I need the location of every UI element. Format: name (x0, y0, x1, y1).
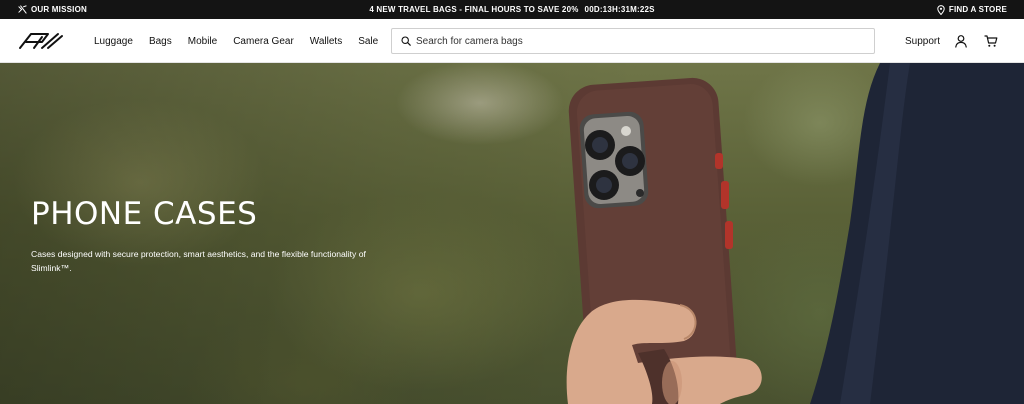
search-icon (401, 36, 411, 46)
hero-description: Cases designed with secure protection, s… (31, 249, 366, 273)
account-icon[interactable] (954, 34, 968, 48)
phone-case-image (566, 77, 762, 404)
nav-luggage[interactable]: Luggage (94, 36, 133, 47)
our-mission-link[interactable]: OUR MISSION (18, 0, 87, 19)
nav-camera-gear[interactable]: Camera Gear (233, 36, 294, 47)
search-input[interactable] (416, 35, 856, 47)
main-nav: Luggage Bags Mobile Camera Gear Wallets … (94, 19, 394, 63)
sparkle-icon (18, 5, 27, 14)
announcement-bar: OUR MISSION 4 NEW TRAVEL BAGS - FINAL HO… (0, 0, 1024, 19)
promo-banner: 4 NEW TRAVEL BAGS - FINAL HOURS TO SAVE … (0, 0, 1024, 19)
promo-text[interactable]: 4 NEW TRAVEL BAGS - FINAL HOURS TO SAVE … (369, 5, 578, 14)
support-link[interactable]: Support (905, 19, 940, 63)
arm-sleeve-image (810, 63, 1024, 404)
nav-wallets[interactable]: Wallets (310, 36, 342, 47)
nav-bags[interactable]: Bags (149, 36, 172, 47)
search-box[interactable] (391, 28, 875, 54)
site-header: Luggage Bags Mobile Camera Gear Wallets … (0, 19, 1024, 63)
find-store-link[interactable]: FIND A STORE (937, 0, 1007, 19)
hero-banner[interactable]: PHONE CASES Cases designed with secure p… (0, 63, 1024, 404)
brand-logo[interactable] (18, 31, 64, 51)
location-pin-icon (937, 4, 945, 15)
nav-mobile[interactable]: Mobile (188, 36, 217, 47)
hero-overlay (0, 63, 640, 404)
cart-icon[interactable] (984, 34, 998, 48)
hero-title: PHONE CASES (31, 196, 258, 232)
find-store-label: FIND A STORE (948, 5, 1007, 14)
countdown-timer: 00d:13h:31m:22s (584, 5, 655, 14)
our-mission-label: OUR MISSION (31, 5, 87, 14)
nav-sale[interactable]: Sale (358, 36, 378, 47)
